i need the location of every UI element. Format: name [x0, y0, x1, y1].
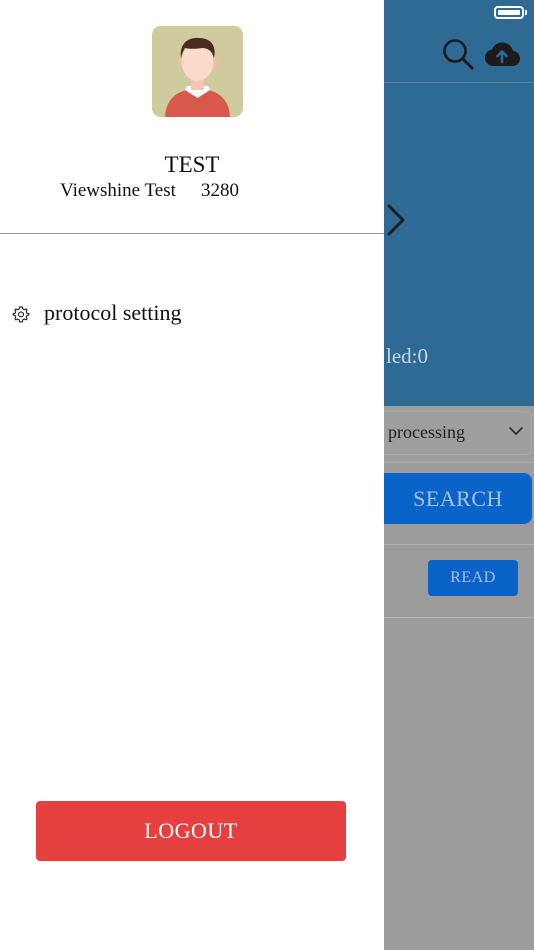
gear-icon: [12, 306, 30, 323]
avatar: [152, 26, 243, 117]
logout-button[interactable]: LOGOUT: [36, 801, 346, 861]
menu-item-protocol-setting[interactable]: protocol setting: [0, 292, 384, 336]
battery-icon: [494, 6, 524, 19]
user-name: TEST: [164, 152, 220, 177]
chevron-down-icon: [509, 427, 523, 435]
battery-tip: [525, 10, 527, 15]
drawer-divider: [0, 233, 384, 234]
menu-item-label: protocol setting: [44, 300, 182, 325]
side-drawer: TEST Viewshine Test 3280 protocol settin…: [0, 0, 384, 950]
status-select-value: processing: [388, 422, 465, 442]
user-avatar-icon: [152, 26, 243, 117]
user-company: Viewshine Test: [60, 180, 176, 201]
search-button[interactable]: SEARCH: [384, 473, 532, 524]
chevron-right-icon[interactable]: [384, 200, 408, 240]
search-icon[interactable]: [441, 37, 475, 71]
read-button[interactable]: READ: [428, 560, 518, 596]
cloud-upload-icon[interactable]: [484, 40, 520, 68]
user-id: 3280: [201, 180, 239, 201]
status-count: led:0: [386, 344, 428, 368]
